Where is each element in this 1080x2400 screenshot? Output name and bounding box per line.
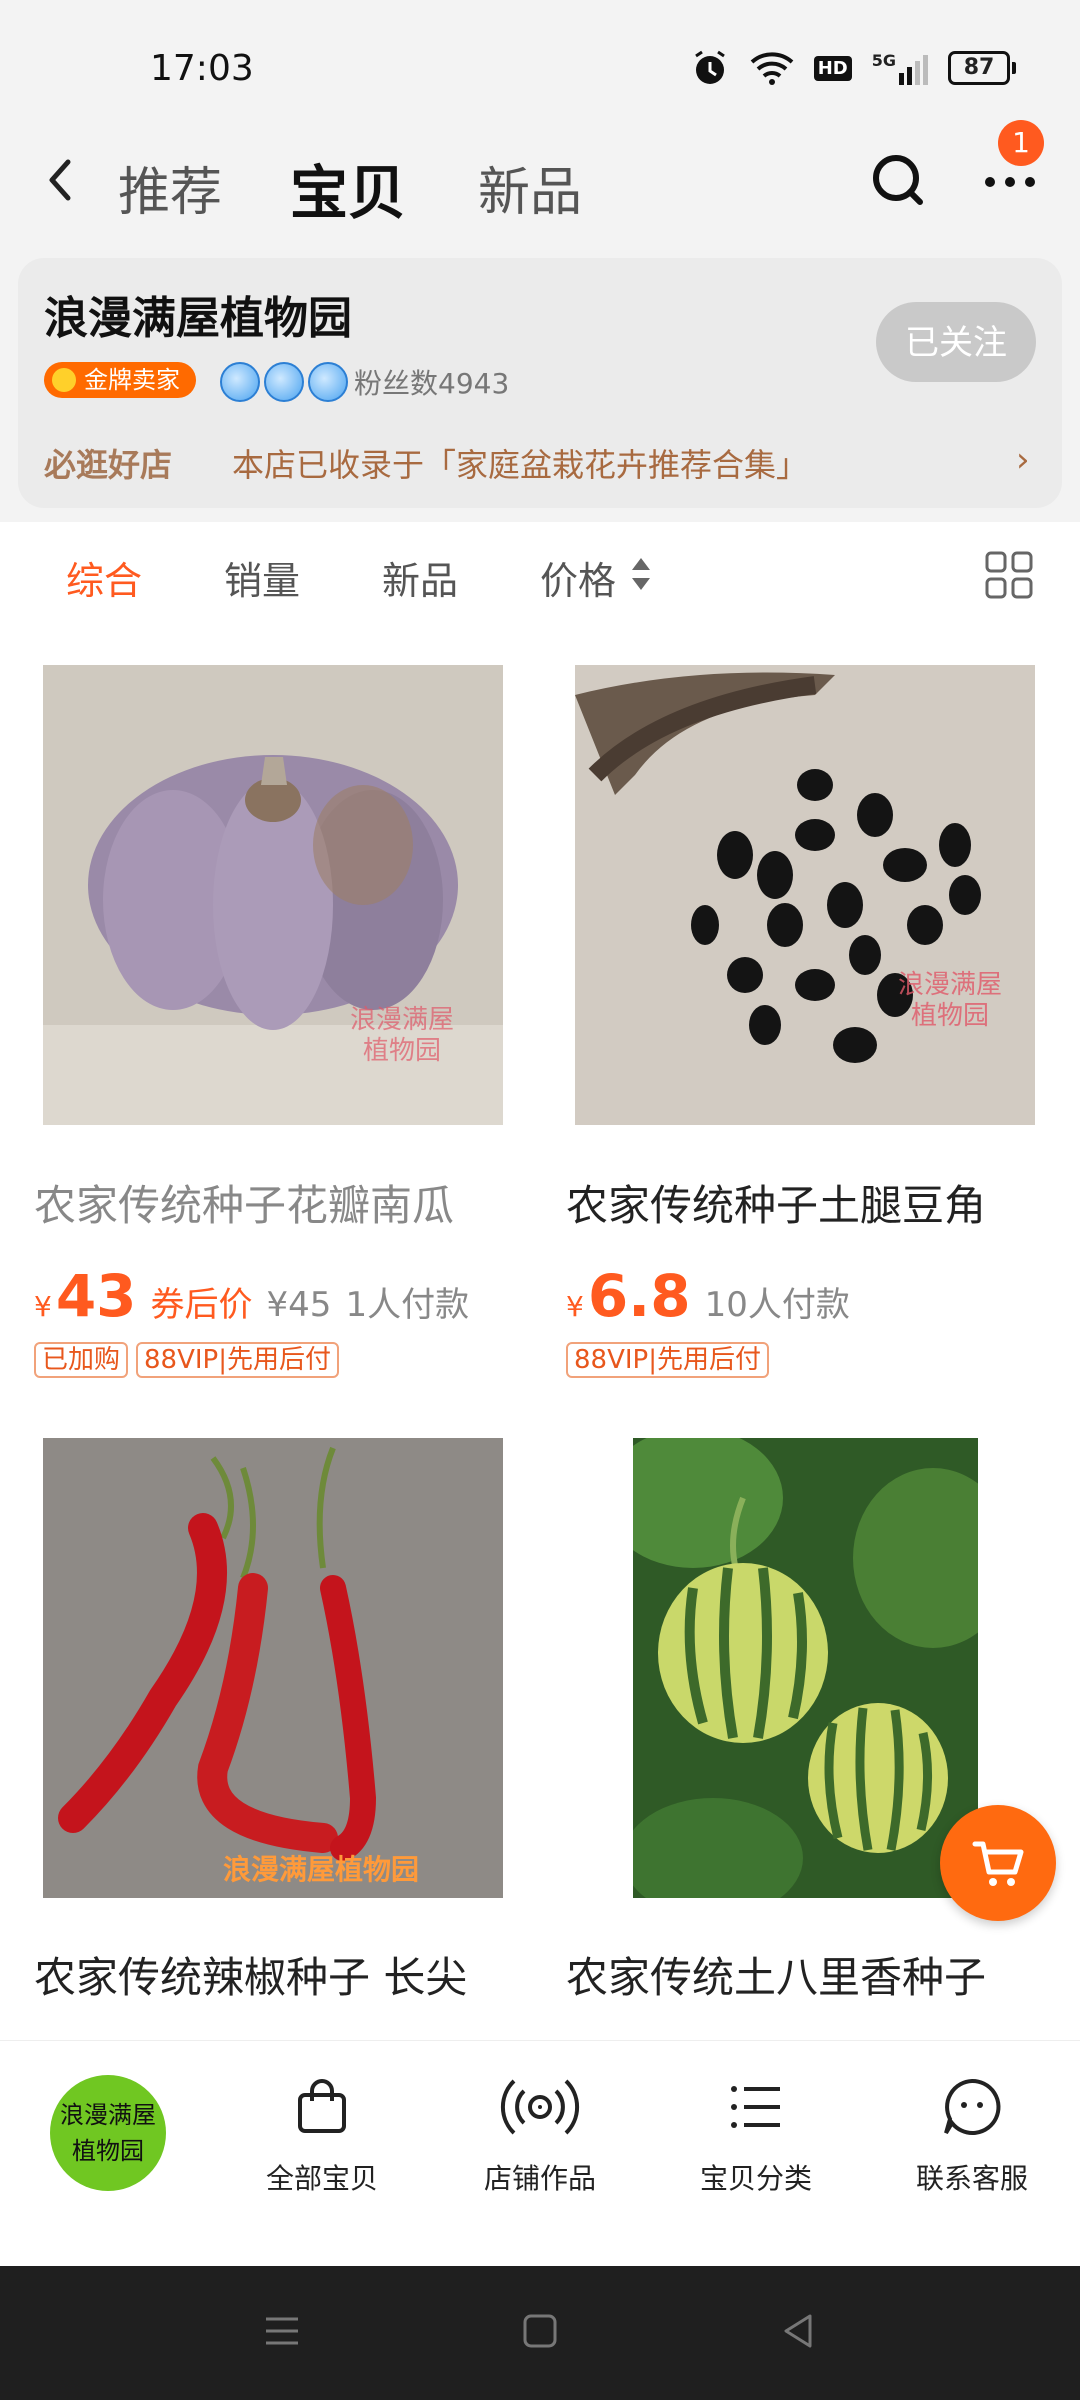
product-title[interactable]: 农家传统辣椒种子 长尖 bbox=[34, 1944, 467, 2005]
coupon-label: 券后价 bbox=[150, 1285, 253, 1325]
medal-icon bbox=[52, 368, 76, 392]
follow-button[interactable]: 已关注 bbox=[876, 302, 1036, 382]
product-price: 43 bbox=[55, 1262, 137, 1330]
watermark: 浪漫满屋植物园 bbox=[223, 1853, 420, 1886]
vip-tag: 88VIP|先用后付 bbox=[566, 1342, 769, 1378]
chat-face-icon bbox=[944, 2078, 1001, 2135]
price-row: ¥ 6.8 10人付款 bbox=[566, 1262, 850, 1330]
fans-count: 粉丝数4943 bbox=[354, 367, 510, 400]
bottom-shop-works-label: 店铺作品 bbox=[483, 2162, 596, 2195]
vip-tag: 88VIP|先用后付 bbox=[136, 1342, 339, 1378]
collection-link[interactable]: 本店已收录于「家庭盆栽花卉推荐合集」 bbox=[232, 440, 808, 486]
tag-row: 88VIP|先用后付 bbox=[566, 1342, 769, 1378]
product-title[interactable]: 农家传统种子花瓣南瓜 bbox=[34, 1172, 454, 1233]
battery-icon: 87 bbox=[948, 51, 1016, 85]
home-nav-icon[interactable] bbox=[520, 2311, 560, 2351]
product-image-melon[interactable] bbox=[633, 1438, 978, 1898]
signal-icon: 5G bbox=[872, 51, 928, 85]
search-icon[interactable] bbox=[868, 150, 928, 210]
bottom-customer-service[interactable]: 联系客服 bbox=[872, 2075, 1072, 2197]
crown-icon bbox=[264, 362, 304, 402]
bottom-shop-works[interactable]: 店铺作品 bbox=[440, 2075, 640, 2197]
sort-sales[interactable]: 销量 bbox=[224, 550, 300, 605]
tab-items[interactable]: 宝贝 bbox=[290, 146, 406, 230]
product-image-chili[interactable]: 浪漫满屋植物园 bbox=[43, 1438, 503, 1898]
status-icons: HD 5G 87 bbox=[690, 48, 1016, 88]
notification-badge: 1 bbox=[998, 120, 1044, 166]
hd-icon: HD bbox=[813, 55, 852, 81]
tab-recommend[interactable]: 推荐 bbox=[118, 150, 222, 225]
cart-icon bbox=[972, 1841, 1024, 1886]
crown-rating bbox=[220, 362, 348, 402]
grid-view-icon[interactable] bbox=[984, 550, 1034, 600]
sort-arrows-icon[interactable] bbox=[628, 552, 654, 596]
bottom-all-items[interactable]: 全部宝贝 bbox=[222, 2075, 422, 2197]
store-logo[interactable]: 浪漫满屋 植物园 bbox=[50, 2075, 166, 2191]
original-price: ¥45 bbox=[266, 1285, 332, 1325]
chili-image bbox=[43, 1438, 503, 1898]
product-image-pumpkin[interactable]: 浪漫满屋 植物园 bbox=[43, 665, 503, 1125]
bottom-all-items-label: 全部宝贝 bbox=[265, 2162, 378, 2195]
bottom-customer-service-label: 联系客服 bbox=[915, 2162, 1028, 2195]
sold-count: 1人付款 bbox=[345, 1285, 470, 1325]
menu-nav-icon[interactable] bbox=[262, 2311, 302, 2351]
product-price: 6.8 bbox=[587, 1262, 691, 1330]
product-title[interactable]: 农家传统土八里香种子 bbox=[566, 1944, 986, 2005]
added-to-cart-tag: 已加购 bbox=[34, 1342, 129, 1378]
sort-new[interactable]: 新品 bbox=[382, 550, 458, 605]
shopping-bag-icon bbox=[298, 2079, 346, 2133]
crown-icon bbox=[308, 362, 348, 402]
back-nav-icon[interactable] bbox=[778, 2311, 818, 2351]
watermark: 浪漫满屋 植物园 bbox=[897, 970, 1002, 1032]
alarm-icon bbox=[694, 50, 725, 84]
wifi-icon bbox=[750, 52, 794, 85]
currency-symbol: ¥ bbox=[566, 1290, 584, 1323]
broadcast-icon bbox=[500, 2079, 580, 2135]
watermark: 浪漫满屋 植物园 bbox=[349, 1005, 454, 1067]
sold-count: 10人付款 bbox=[704, 1285, 850, 1325]
product-image-beans[interactable]: 浪漫满屋 植物园 bbox=[575, 665, 1035, 1125]
gold-seller-badge: 金牌卖家 bbox=[44, 362, 196, 398]
melon-image bbox=[633, 1438, 978, 1898]
bottom-categories-label: 宝贝分类 bbox=[699, 2162, 812, 2195]
back-arrow-icon[interactable] bbox=[40, 150, 80, 210]
system-nav-bar bbox=[0, 2266, 1080, 2400]
store-name[interactable]: 浪漫满屋植物园 bbox=[44, 282, 352, 346]
tab-new[interactable]: 新品 bbox=[478, 150, 582, 225]
gold-badge-label: 金牌卖家 bbox=[84, 366, 180, 394]
beans-image bbox=[575, 665, 1035, 1125]
bottom-categories[interactable]: 宝贝分类 bbox=[656, 2075, 856, 2197]
must-visit-label: 必逛好店 bbox=[44, 446, 173, 484]
product-title[interactable]: 农家传统种子土腿豆角 bbox=[566, 1172, 986, 1233]
sort-comprehensive[interactable]: 综合 bbox=[66, 550, 142, 605]
cart-button[interactable] bbox=[940, 1805, 1056, 1921]
store-logo-text: 浪漫满屋 植物园 bbox=[60, 2101, 156, 2165]
sort-price[interactable]: 价格 bbox=[540, 550, 616, 605]
tag-row: 已加购 88VIP|先用后付 bbox=[34, 1342, 339, 1378]
list-icon bbox=[731, 2086, 780, 2128]
price-row: ¥ 43 券后价 ¥45 1人付款 bbox=[34, 1262, 469, 1330]
currency-symbol: ¥ bbox=[34, 1290, 52, 1323]
crown-icon bbox=[220, 362, 260, 402]
status-time: 17:03 bbox=[150, 48, 254, 89]
chevron-right-icon[interactable]: › bbox=[1016, 440, 1030, 480]
